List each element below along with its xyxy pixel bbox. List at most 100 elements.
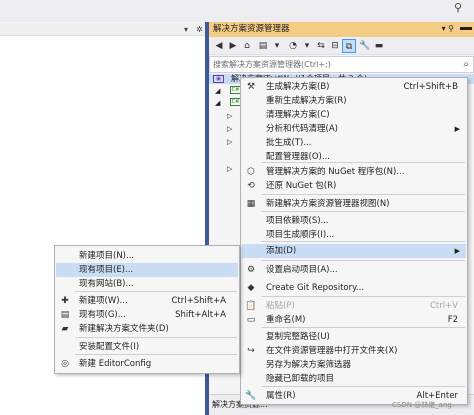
- menu-item[interactable]: 清理解决方案(C): [242, 108, 466, 122]
- menu-separator: [75, 337, 237, 338]
- menu-item-label: 配置管理器(O)...: [266, 152, 330, 162]
- menu-item[interactable]: 另存为解决方案筛选器: [242, 358, 466, 372]
- menu-item[interactable]: 📋 粘贴(P) Ctrl+V: [242, 299, 466, 313]
- menu-item[interactable]: 现有项目(E)...: [56, 263, 238, 277]
- menu-item[interactable]: 安装配置文件(I): [56, 340, 238, 354]
- menu-item-label: 复制完整路径(U): [266, 332, 330, 342]
- nuget-icon: ⬡: [247, 167, 255, 177]
- submenu-arrow-icon: ▶: [454, 125, 460, 133]
- submenu-arrow-icon: ▶: [454, 247, 460, 255]
- menu-item[interactable]: ⬡ 管理解决方案的 NuGet 程序包(N)...: [242, 165, 466, 179]
- menu-item[interactable]: ↪ 在文件资源管理器中打开文件夹(X): [242, 344, 466, 358]
- menu-separator: [261, 211, 465, 212]
- menu-item[interactable]: ⚙ 设置启动项目(A)...: [242, 263, 466, 277]
- forward-icon[interactable]: ▶: [226, 39, 240, 53]
- chevron-down-icon[interactable]: ▾: [270, 39, 284, 53]
- settings-icon: ⚙: [246, 265, 256, 275]
- menu-item[interactable]: 隐藏已卸载的项目: [242, 372, 466, 386]
- collapse-all-icon[interactable]: ⊟: [328, 39, 342, 53]
- new-item-icon: ✚: [61, 296, 69, 306]
- menu-separator: [261, 386, 465, 387]
- menu-separator: [75, 291, 237, 292]
- expand-icon[interactable]: ◢: [215, 86, 220, 96]
- menu-item[interactable]: ▦ 新建解决方案资源管理器视图(N): [242, 197, 466, 211]
- menu-item[interactable]: ▤ 现有项(G)... Shift+Alt+A: [56, 308, 238, 322]
- menu-item[interactable]: ⟲ 还原 NuGet 包(R): [242, 179, 466, 193]
- show-all-files-icon[interactable]: ⧉: [342, 39, 356, 53]
- menu-item[interactable]: ▰ 新建解决方案文件夹(D): [56, 322, 238, 336]
- menu-item-label: 现有项目(E)...: [79, 265, 134, 275]
- menu-item[interactable]: ⚒ 生成解决方案(B) Ctrl+Shift+B: [242, 80, 466, 94]
- menu-item-label: Create Git Repository...: [266, 283, 365, 293]
- chevron-down-icon[interactable]: ▾: [300, 39, 314, 53]
- collapse-icon[interactable]: ▷: [227, 137, 232, 147]
- search-box[interactable]: 搜索解决方案资源管理器(Ctrl+;) ⌕: [209, 56, 474, 73]
- solution-icon: ▣: [213, 75, 224, 83]
- menu-item-label: 另存为解决方案筛选器: [266, 360, 352, 370]
- collapse-icon[interactable]: ▷: [227, 164, 232, 174]
- search-placeholder: 搜索解决方案资源管理器(Ctrl+;): [213, 60, 331, 69]
- menu-item[interactable]: ◆ Create Git Repository...: [242, 281, 466, 295]
- menu-item-label: 项目依赖项(S)...: [266, 216, 329, 226]
- menu-item[interactable]: 分析和代码清理(A) ▶: [242, 122, 466, 136]
- menu-item-label: 添加(D): [266, 246, 297, 256]
- menu-separator: [75, 354, 237, 355]
- pin-icon[interactable]: ⚲: [451, 1, 465, 15]
- menu-item-label: 安装配置文件(I): [79, 342, 140, 352]
- menu-item[interactable]: 添加(D) ▶: [242, 244, 466, 258]
- switch-views-icon[interactable]: ▤: [256, 39, 270, 53]
- menu-item-shortcut: Ctrl+Shift+A: [171, 296, 226, 306]
- solution-explorer-toolbar: ◀ ▶ ⌂ ▤ ▾ ◔ ▾ ⇆ ⊟ ⧉ 🔧 ▬: [209, 37, 474, 55]
- menu-item-label: 新建项(W)...: [79, 296, 128, 306]
- menu-item[interactable]: 项目生成顺序(I)...: [242, 228, 466, 242]
- menu-item-label: 新建解决方案文件夹(D): [79, 324, 169, 334]
- menu-item-label: 现有项(G)...: [79, 310, 126, 320]
- menu-item[interactable]: ✚ 新建项(W)... Ctrl+Shift+A: [56, 294, 238, 308]
- menu-item[interactable]: 批生成(T)...: [242, 136, 466, 150]
- properties-icon[interactable]: 🔧: [358, 39, 372, 53]
- open-folder-icon: ↪: [247, 346, 255, 356]
- add-submenu: 新建项目(N)... 现有项目(E)... 现有网站(B)... ✚ 新建项(W)...…: [54, 245, 240, 374]
- menu-separator: [261, 241, 465, 242]
- existing-item-icon: ▤: [60, 310, 70, 320]
- menu-item[interactable]: ◎ 新建 EditorConfig: [56, 357, 238, 371]
- gear-icon[interactable]: ✲: [196, 24, 203, 35]
- collapse-icon[interactable]: ▷: [227, 111, 232, 121]
- menu-item-label: 批生成(T)...: [266, 138, 312, 148]
- editorconfig-icon: ◎: [61, 359, 69, 369]
- menu-item-shortcut: Alt+Enter: [416, 391, 458, 401]
- auto-hide-icon[interactable]: [460, 27, 472, 30]
- chevron-down-icon[interactable]: ▾: [184, 24, 188, 35]
- solution-explorer-title-bar[interactable]: 解决方案资源管理器 ▾ ⚲: [209, 22, 474, 37]
- paste-icon: 📋: [245, 301, 257, 311]
- menu-item[interactable]: 新建项目(N)...: [56, 249, 238, 263]
- pending-changes-icon[interactable]: ◔: [286, 39, 300, 53]
- menu-item[interactable]: 项目依赖项(S)...: [242, 214, 466, 228]
- pin-icon[interactable]: ▾ ⚲: [442, 23, 454, 35]
- back-icon[interactable]: ◀: [212, 39, 226, 53]
- menu-item-label: 设置启动项目(A)...: [266, 265, 338, 275]
- menu-item-label: 属性(R): [266, 391, 296, 401]
- window-top-strip: ⚲: [0, 0, 474, 22]
- home-icon[interactable]: ⌂: [240, 39, 254, 53]
- solution-context-menu: ⚒ 生成解决方案(B) Ctrl+Shift+B 重新生成解决方案(R) 清理解决方案(…: [240, 77, 468, 405]
- menu-item[interactable]: 现有网站(B)...: [56, 277, 238, 291]
- rename-icon: ▭: [246, 315, 256, 325]
- menu-separator: [261, 296, 465, 297]
- menu-separator: [261, 327, 465, 328]
- search-icon[interactable]: ⌕: [463, 58, 469, 71]
- menu-item[interactable]: 重新生成解决方案(R): [242, 94, 466, 108]
- menu-item-label: 生成解决方案(B): [266, 82, 330, 92]
- collapse-icon[interactable]: ▷: [227, 124, 232, 134]
- sync-icon[interactable]: ⇆: [314, 39, 328, 53]
- expand-icon[interactable]: ◢: [215, 98, 220, 108]
- menu-item-shortcut: Ctrl+Shift+B: [403, 82, 458, 92]
- menu-separator: [261, 260, 465, 261]
- watermark: CSDN @林佬_ang: [392, 401, 452, 409]
- menu-separator: [261, 162, 465, 163]
- menu-item-label: 隐藏已卸载的项目: [266, 374, 335, 384]
- menu-item[interactable]: 复制完整路径(U): [242, 330, 466, 344]
- menu-item[interactable]: ▭ 重命名(M) F2: [242, 313, 466, 327]
- preview-icon[interactable]: ▬: [372, 39, 386, 53]
- menu-item-label: 新建解决方案资源管理器视图(N): [266, 199, 390, 209]
